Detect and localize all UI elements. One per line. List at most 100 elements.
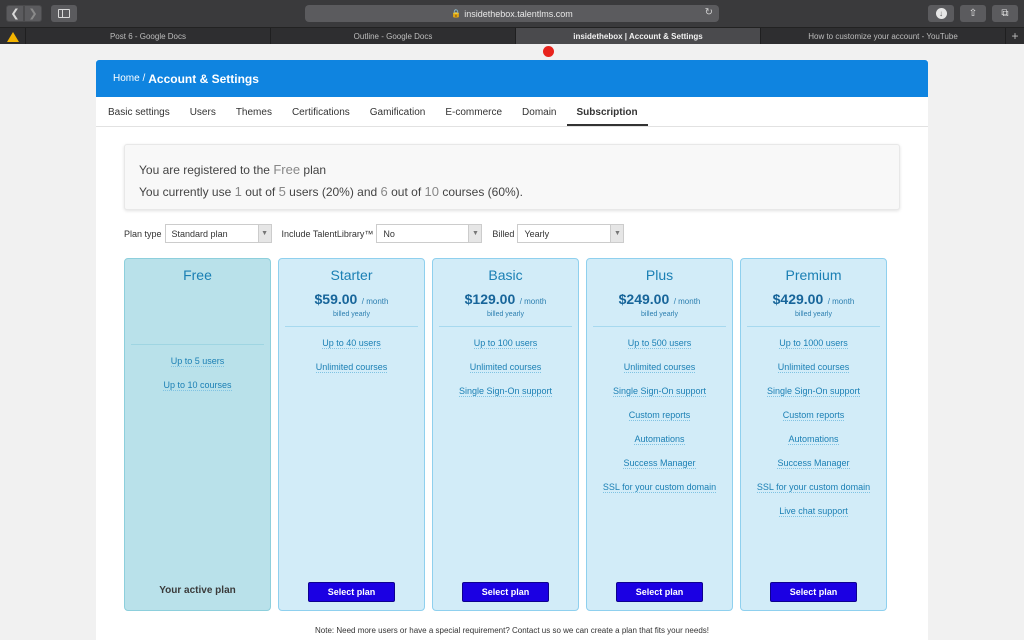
plan-feature-text: Success Manager	[777, 458, 850, 469]
plan-feature-text: Unlimited courses	[315, 362, 388, 373]
plan-feature-text: Up to 1000 users	[779, 338, 848, 349]
plan-billing: billed yearly	[333, 311, 370, 318]
plan-type-select[interactable]: Standard plan ▼	[164, 224, 272, 243]
courses-total: 10	[424, 184, 439, 199]
tab-certifications[interactable]: Certifications	[282, 96, 360, 126]
select-plan-button[interactable]: Select plan	[308, 582, 395, 602]
settings-panel: Home / Account & Settings Basic settings…	[96, 60, 928, 640]
plan-price-amount: $59.00	[314, 291, 358, 307]
billed-select[interactable]: Yearly ▼	[517, 224, 625, 243]
tab-basic-settings[interactable]: Basic settings	[108, 96, 180, 126]
browser-tab[interactable]: How to customize your account - YouTube	[761, 28, 1006, 45]
plan-feature-text: Single Sign-On support	[766, 386, 861, 397]
plan-feature: Unlimited courses	[741, 360, 886, 384]
browser-tab[interactable]: Post 6 - Google Docs	[26, 28, 271, 45]
plan-feature-text: Up to 10 courses	[163, 380, 232, 391]
chevron-down-icon: ▼	[610, 225, 624, 242]
google-drive-icon[interactable]	[0, 28, 26, 45]
plan-feature: Single Sign-On support	[433, 384, 578, 408]
plan-card-starter: Starter $59.00 / month billed yearly Up to …	[278, 258, 425, 611]
plan-name: Free	[183, 267, 212, 283]
tab-domain[interactable]: Domain	[512, 96, 566, 126]
plan-feature-text: Up to 40 users	[322, 338, 381, 349]
plan-features: Up to 1000 users Unlimited courses Single …	[741, 336, 886, 528]
record-indicator-icon	[543, 46, 554, 57]
page-title: Account & Settings	[148, 71, 259, 86]
plan-feature: Custom reports	[587, 408, 732, 432]
select-plan-button[interactable]: Select plan	[616, 582, 703, 602]
plan-feature-text: Unlimited courses	[623, 362, 696, 373]
plan-price-period: / month	[361, 297, 389, 306]
plan-feature-text: SSL for your custom domain	[756, 482, 871, 493]
browser-toolbar: ❮ ❯ 🔒 insidethebox.talentlms.com ↻ ↓ ⇧ ⧉	[0, 0, 1024, 27]
browser-tab-active[interactable]: insidethebox | Account & Settings	[516, 28, 761, 45]
plan-card-free: Free Up to 5 users Up to 10 courses Your ac…	[124, 258, 271, 611]
plan-feature-text: Up to 5 users	[170, 356, 225, 367]
tab-e-commerce[interactable]: E-commerce	[435, 96, 512, 126]
select-plan-button[interactable]: Select plan	[770, 582, 857, 602]
plan-feature: Single Sign-On support	[741, 384, 886, 408]
plan-type-label: Plan type	[124, 228, 162, 239]
tab-users[interactable]: Users	[180, 96, 226, 126]
info-text: plan	[303, 163, 327, 177]
plan-features: Up to 500 users Unlimited courses Single S…	[587, 336, 732, 504]
plan-feature: SSL for your custom domain	[741, 480, 886, 504]
users-used: 1	[234, 184, 242, 199]
plan-price: $59.00 / month	[279, 291, 424, 309]
plan-feature: Custom reports	[741, 408, 886, 432]
breadcrumb-home[interactable]: Home	[113, 73, 140, 84]
tab-gamification[interactable]: Gamification	[360, 96, 436, 126]
plan-feature: Up to 500 users	[587, 336, 732, 360]
tab-subscription[interactable]: Subscription	[566, 96, 648, 126]
chevron-left-icon[interactable]: ❮	[6, 5, 24, 22]
plan-feature: Up to 10 courses	[125, 378, 270, 402]
talentlibrary-select[interactable]: No ▼	[376, 224, 483, 243]
plan-feature-text: Unlimited courses	[469, 362, 542, 373]
talentlibrary-label: Include TalentLibrary™	[281, 228, 374, 239]
plan-filters: Plan type Standard plan ▼ Include Talent…	[124, 224, 634, 243]
plan-feature: Success Manager	[587, 456, 732, 480]
select-plan-button[interactable]: Select plan	[462, 582, 549, 602]
plan-name: Premium	[785, 267, 842, 283]
sidebar-icon[interactable]	[51, 5, 77, 22]
plan-feature-text: Single Sign-On support	[458, 386, 553, 397]
address-bar[interactable]: 🔒 insidethebox.talentlms.com ↻	[305, 5, 719, 22]
url-text: insidethebox.talentlms.com	[464, 8, 573, 19]
plan-feature: Success Manager	[741, 456, 886, 480]
tab-themes[interactable]: Themes	[226, 96, 282, 126]
chevron-right-icon[interactable]: ❯	[24, 5, 42, 22]
tab-overview-icon[interactable]: ⧉	[992, 5, 1018, 22]
plan-feature: Unlimited courses	[587, 360, 732, 384]
plan-feature: Unlimited courses	[279, 360, 424, 384]
plan-name: Starter	[330, 267, 373, 283]
plan-feature-text: Live chat support	[779, 506, 848, 517]
plan-price-amount: $249.00	[618, 291, 670, 307]
plan-feature-text: Single Sign-On support	[612, 386, 707, 397]
talentlibrary-value: No	[383, 228, 395, 239]
subscription-info: You are registered to the Free plan You …	[124, 144, 900, 210]
plan-price: $129.00 / month	[433, 291, 578, 309]
browser-tab[interactable]: Outline - Google Docs	[271, 28, 516, 45]
plan-name: Basic	[488, 267, 523, 283]
plan-feature-text: Automations	[634, 434, 685, 445]
billed-label: Billed	[492, 228, 515, 239]
reload-icon[interactable]: ↻	[705, 7, 713, 18]
plan-card-premium: Premium $429.00 / month billed yearly Up to…	[740, 258, 887, 611]
plan-feature: Automations	[741, 432, 886, 456]
active-plan-label: Your active plan	[159, 585, 236, 596]
plan-feature: Unlimited courses	[433, 360, 578, 384]
plan-price-period: / month	[519, 297, 547, 306]
plus-icon[interactable]: +	[1006, 28, 1024, 44]
info-text: courses (60%).	[442, 185, 524, 199]
info-text: out of	[391, 185, 422, 199]
plan-feature-text: Automations	[788, 434, 839, 445]
share-icon[interactable]: ⇧	[960, 5, 986, 22]
breadcrumb-separator: /	[142, 73, 146, 84]
nav-buttons: ❮ ❯	[6, 5, 42, 22]
info-line-usage: You currently use 1 out of 5 users (20%)…	[139, 181, 885, 203]
plan-price-period: / month	[827, 297, 855, 306]
plan-billing: billed yearly	[795, 311, 832, 318]
info-text: You currently use	[139, 185, 232, 199]
plan-feature: Automations	[587, 432, 732, 456]
download-icon[interactable]: ↓	[928, 5, 954, 22]
